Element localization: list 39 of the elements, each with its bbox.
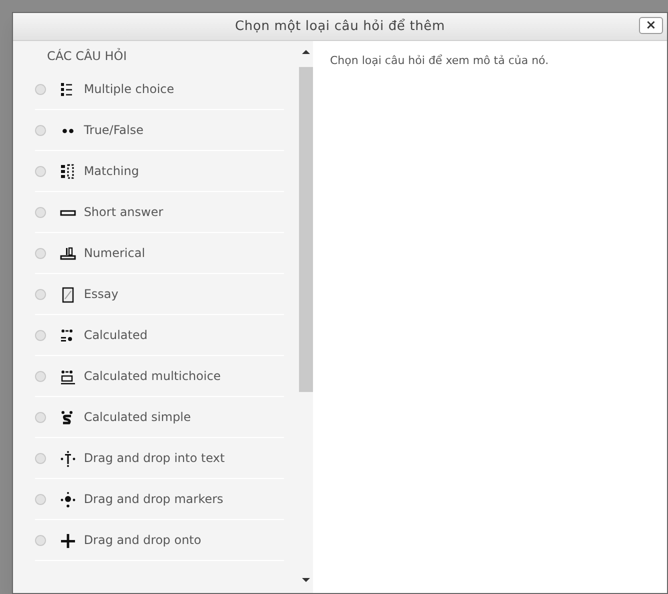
question-type-option[interactable]: Drag and drop markers xyxy=(35,489,227,509)
matching-icon xyxy=(60,164,76,180)
section-heading: CÁC CÂU HỎI xyxy=(46,47,128,65)
question-type-option[interactable]: Calculated simple xyxy=(35,407,227,427)
description-text: Chọn loại câu hỏi để xem mô tả của nó. xyxy=(330,53,550,69)
question-type-option[interactable]: Short answer xyxy=(35,202,227,222)
radio-button[interactable] xyxy=(35,330,46,342)
radio-button[interactable] xyxy=(35,535,46,546)
move-marker-icon xyxy=(60,492,76,508)
close-button[interactable]: × xyxy=(639,17,663,34)
question-type-option[interactable]: Matching xyxy=(35,161,227,181)
numbers-icon xyxy=(60,246,76,262)
question-type-option[interactable]: Drag and drop into text xyxy=(35,448,227,468)
question-type-option[interactable]: Numerical xyxy=(35,243,227,263)
radio-button[interactable] xyxy=(35,207,46,218)
radio-button[interactable] xyxy=(35,166,46,178)
question-type-option[interactable]: Calculated multichoice xyxy=(35,366,227,386)
radio-button[interactable] xyxy=(35,453,46,464)
plus-icon xyxy=(60,532,76,549)
scrollbar-thumb[interactable] xyxy=(298,67,312,392)
radio-button[interactable] xyxy=(35,248,46,260)
formula-icon xyxy=(60,368,76,385)
scroll-down-icon[interactable] xyxy=(302,577,310,583)
document-icon xyxy=(60,286,76,303)
scroll-up-icon[interactable] xyxy=(302,49,310,55)
move-text-icon xyxy=(60,450,76,467)
window-title: Chọn một loại câu hỏi để thêm xyxy=(235,18,445,36)
radio-button[interactable] xyxy=(35,494,46,506)
radio-button[interactable] xyxy=(35,84,46,96)
radio-button[interactable] xyxy=(35,125,46,136)
question-type-option[interactable]: Essay xyxy=(35,284,227,304)
question-type-option[interactable]: Drag and drop onto xyxy=(35,530,227,550)
question-type-option[interactable]: Calculated xyxy=(35,325,227,345)
radio-button[interactable] xyxy=(35,371,46,382)
two-dots-icon xyxy=(62,128,74,134)
question-type-option[interactable]: Multiple choice xyxy=(35,79,227,99)
radio-button[interactable] xyxy=(35,289,46,300)
question-type-option[interactable]: True/False xyxy=(35,120,227,140)
radio-button[interactable] xyxy=(35,412,46,424)
